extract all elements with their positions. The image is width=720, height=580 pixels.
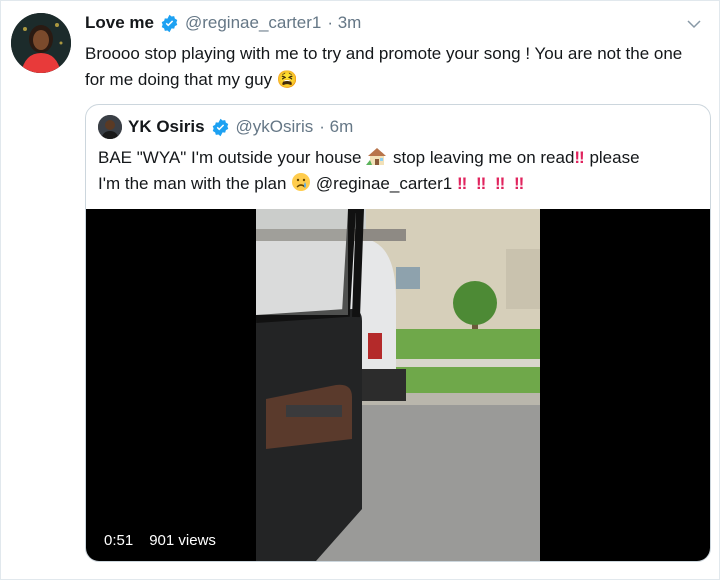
- video-stats: 0:51 901 views: [104, 532, 216, 549]
- quoted-text-segment: please: [589, 148, 640, 167]
- tweet-card[interactable]: Love me @reginae_carter1 · 3m Broooo sto…: [0, 0, 720, 580]
- double-exclamation-icons: ‼ ‼ ‼ ‼: [457, 174, 527, 193]
- tweet-body: Broooo stop playing with me to try and p…: [85, 44, 683, 89]
- mention-link[interactable]: @reginae_carter1: [316, 174, 452, 193]
- quoted-text: BAE "WYA" I'm outside your house stop le…: [98, 145, 698, 197]
- quoted-tweet[interactable]: YK Osiris @ykOsiris · 6m BAE "WYA" I'm o…: [85, 104, 711, 562]
- timestamp[interactable]: · 3m: [327, 13, 361, 33]
- chevron-down-icon[interactable]: [685, 15, 703, 33]
- quoted-header: YK Osiris @ykOsiris · 6m: [98, 115, 353, 139]
- author-name[interactable]: Love me: [85, 13, 154, 33]
- video-player[interactable]: 0:51 901 views: [86, 209, 710, 561]
- tired-face-emoji-icon: 😫: [276, 70, 298, 89]
- quoted-text-segment: BAE "WYA" I'm outside your house: [98, 148, 362, 167]
- quoted-author-name[interactable]: YK Osiris: [128, 117, 205, 137]
- verified-badge-icon: [212, 118, 228, 136]
- author-handle[interactable]: @reginae_carter1: [185, 13, 321, 33]
- double-exclamation-icon: ‼: [574, 148, 585, 167]
- quoted-author-handle[interactable]: @ykOsiris: [236, 117, 314, 137]
- house-emoji-icon: [366, 148, 387, 165]
- video-duration: 0:51: [104, 532, 134, 549]
- video-frame[interactable]: [256, 209, 540, 561]
- tweet-header: Love me @reginae_carter1 · 3m: [85, 13, 361, 33]
- quoted-text-segment: stop leaving me on read: [392, 148, 575, 167]
- video-views: 901 views: [149, 532, 216, 549]
- crying-face-emoji-icon: [292, 173, 311, 191]
- quoted-text-segment: I'm the man with the plan: [98, 174, 287, 193]
- user-avatar[interactable]: [11, 13, 71, 73]
- quoted-avatar: [98, 115, 122, 139]
- verified-badge-icon: [161, 14, 178, 32]
- tweet-text: Broooo stop playing with me to try and p…: [85, 41, 705, 93]
- quoted-timestamp[interactable]: · 6m: [319, 117, 353, 137]
